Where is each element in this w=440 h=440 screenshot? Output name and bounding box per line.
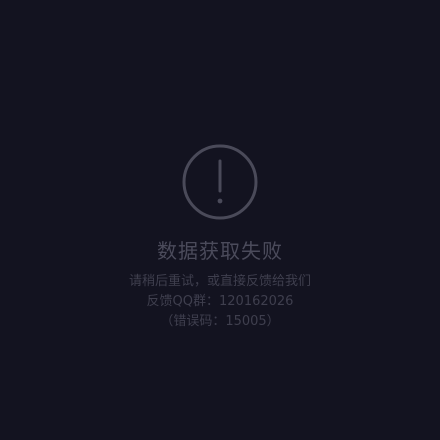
error-code: （错误码：15005） [160,314,280,329]
error-title: 数据获取失败 [157,239,283,263]
error-screen: 数据获取失败 请稍后重试，或直接反馈给我们 反馈QQ群：120162026 （错… [0,0,440,440]
retry-message: 请稍后重试，或直接反馈给我们 [128,274,311,289]
error-description: 请稍后重试，或直接反馈给我们 反馈QQ群：120162026 （错误码：1500… [0,272,440,332]
feedback-qq-group: 反馈QQ群：120162026 [146,294,294,309]
exclamation-circle-icon [182,144,258,220]
